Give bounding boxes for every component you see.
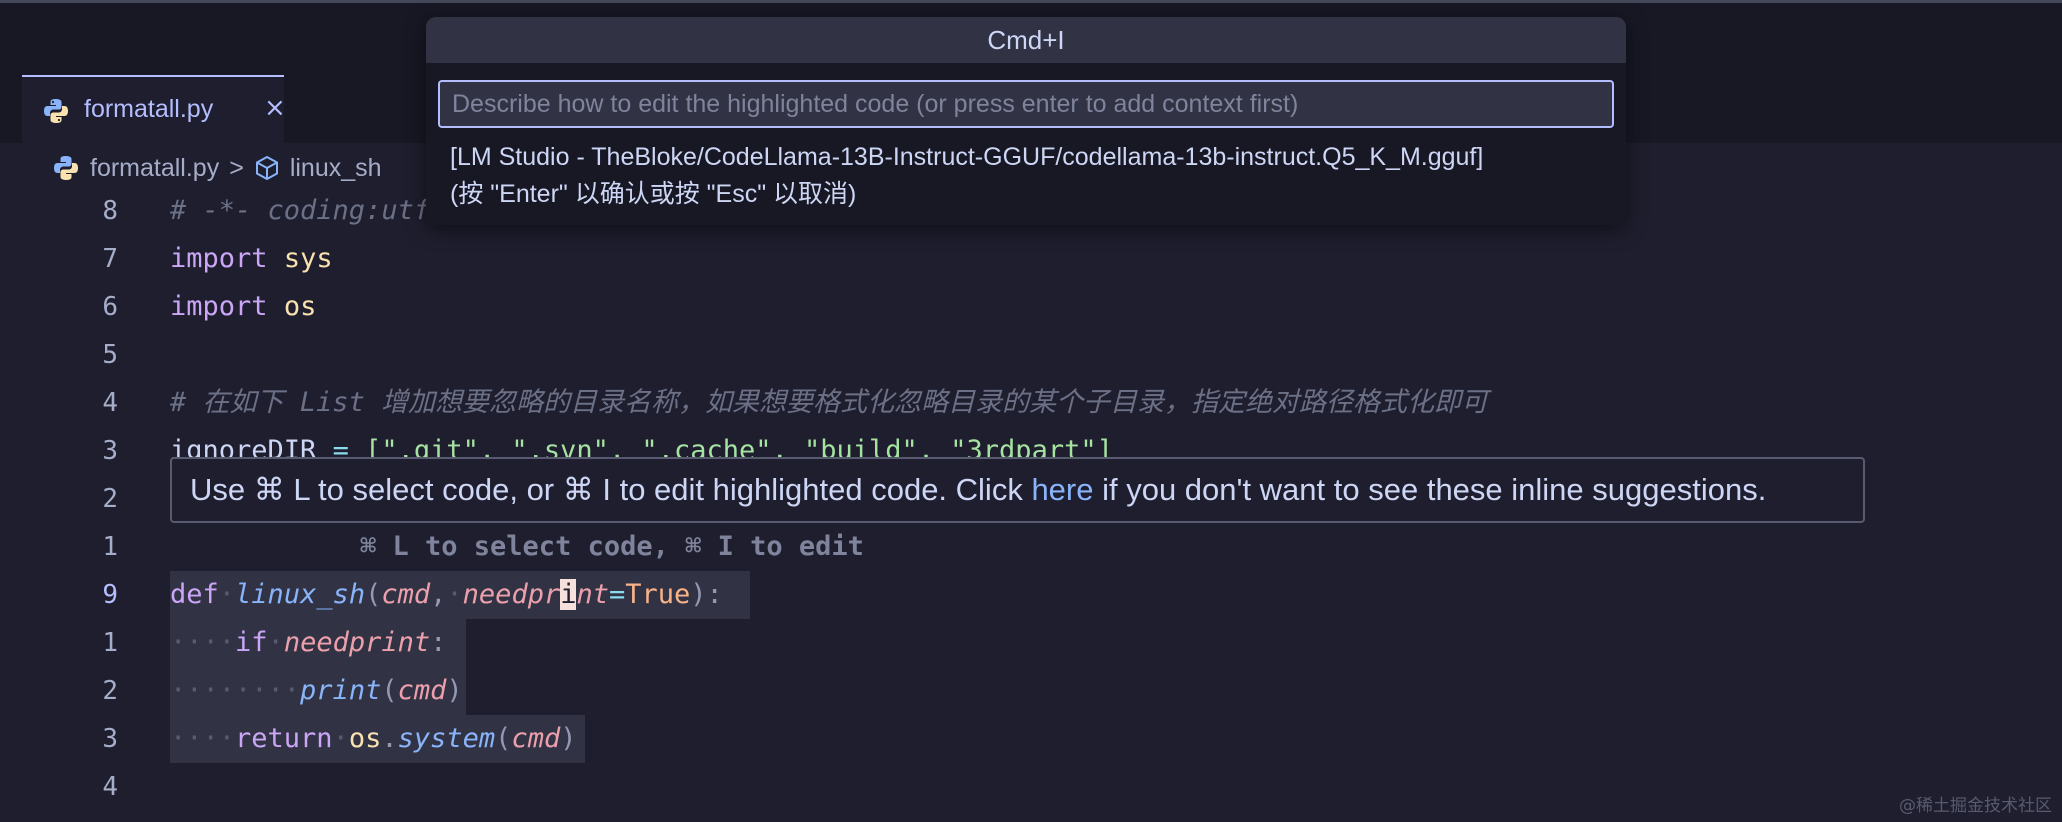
code-line[interactable]: ········print(cmd) bbox=[170, 667, 463, 715]
breadcrumb-symbol[interactable]: linux_sh bbox=[290, 154, 382, 183]
line-number-current: 9 bbox=[102, 580, 118, 610]
code-line[interactable]: import os bbox=[170, 283, 316, 331]
chevron-right-icon: > bbox=[229, 153, 244, 182]
line-number: 3 bbox=[102, 436, 118, 466]
code-line[interactable]: def·linux_sh(cmd,·needprint=True): bbox=[170, 571, 723, 619]
keyword: return bbox=[235, 723, 333, 754]
tab-formatall[interactable]: formatall.py × bbox=[22, 75, 286, 145]
model-label: [LM Studio - TheBloke/CodeLlama-13B-Inst… bbox=[450, 143, 1484, 171]
line-number: 8 bbox=[102, 196, 118, 226]
function-name: print bbox=[300, 675, 382, 706]
code-line[interactable]: # -*- coding:utf bbox=[170, 187, 430, 235]
argument: cmd bbox=[397, 675, 447, 706]
keyword: if bbox=[235, 627, 268, 658]
line-number: 3 bbox=[102, 724, 118, 754]
keyword: import bbox=[170, 291, 268, 322]
line-number: 2 bbox=[102, 484, 118, 514]
confirm-hint: (按 "Enter" 以确认或按 "Esc" 以取消) bbox=[450, 180, 857, 208]
line-number: 7 bbox=[102, 244, 118, 274]
parameter: nt bbox=[576, 579, 609, 610]
python-icon bbox=[44, 99, 68, 123]
breadcrumb: formatall.py > linux_sh bbox=[52, 150, 382, 186]
edit-instruction-input[interactable] bbox=[438, 80, 1614, 128]
tooltip-text: Use ⌘ L to select code, or ⌘ I to edit h… bbox=[190, 472, 1032, 507]
tooltip-text: if you don't want to see these inline su… bbox=[1093, 472, 1767, 507]
argument: cmd bbox=[511, 723, 561, 754]
inline-suggestion-tooltip: Use ⌘ L to select code, or ⌘ I to edit h… bbox=[170, 457, 1865, 523]
module-name: sys bbox=[283, 243, 333, 274]
text-cursor: i bbox=[560, 579, 577, 610]
line-number: 2 bbox=[102, 676, 118, 706]
palette-title: Cmd+I bbox=[426, 17, 1626, 63]
disable-suggestions-link[interactable]: here bbox=[1031, 472, 1093, 507]
keyword: import bbox=[170, 243, 268, 274]
code-line[interactable]: # 在如下 List 增加想要忽略的目录名称，如果想要格式化忽略目录的某个子目录… bbox=[170, 379, 1488, 427]
palette-message: [LM Studio - TheBloke/CodeLlama-13B-Inst… bbox=[450, 139, 1610, 213]
variable: needprint bbox=[283, 627, 431, 658]
module-name: os bbox=[348, 723, 382, 754]
close-icon[interactable]: × bbox=[264, 93, 286, 123]
comment: # 在如下 List 增加想要忽略的目录名称，如果想要格式化忽略目录的某个子目录… bbox=[170, 387, 1489, 418]
line-number: 1 bbox=[102, 532, 118, 562]
line-number: 4 bbox=[102, 772, 118, 802]
code-line[interactable]: ····return·os.system(cmd) bbox=[170, 715, 576, 763]
tab-filename: formatall.py bbox=[84, 95, 214, 123]
parameter: cmd bbox=[381, 579, 431, 610]
module-name: os bbox=[283, 291, 317, 322]
code-line[interactable]: import sys bbox=[170, 235, 333, 283]
function-name: system bbox=[397, 723, 496, 754]
line-number: 6 bbox=[102, 292, 118, 322]
watermark: @稀土掘金技术社区 bbox=[1899, 796, 2052, 816]
code-line[interactable]: ····if·needprint: bbox=[170, 619, 446, 667]
breadcrumb-file[interactable]: formatall.py bbox=[90, 154, 219, 183]
inline-hint: ⌘ L to select code, ⌘ I to edit bbox=[360, 531, 864, 562]
function-name: linux_sh bbox=[235, 579, 366, 610]
line-number: 1 bbox=[102, 628, 118, 658]
comment: # -*- coding:utf bbox=[170, 195, 431, 226]
keyword: def bbox=[170, 579, 219, 610]
cube-icon bbox=[255, 155, 278, 181]
line-number: 4 bbox=[102, 388, 118, 418]
boolean: True bbox=[625, 579, 691, 610]
python-icon bbox=[54, 156, 78, 180]
line-number: 5 bbox=[102, 340, 118, 370]
parameter: needpr bbox=[462, 579, 561, 610]
quick-input-palette: Cmd+I [LM Studio - TheBloke/CodeLlama-13… bbox=[426, 17, 1626, 225]
